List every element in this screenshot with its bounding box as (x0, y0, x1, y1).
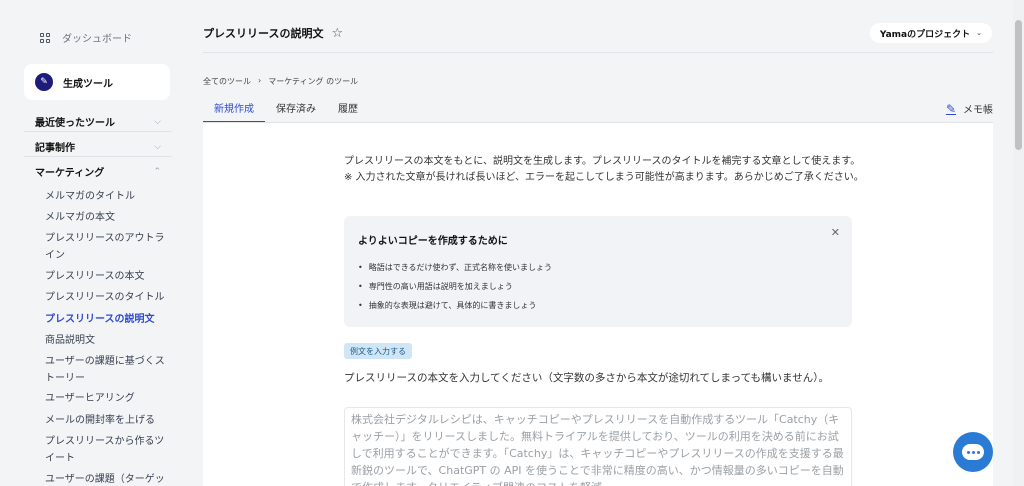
chat-bubble-icon (962, 444, 984, 460)
tool-description: プレスリリースの本文をもとに、説明文を生成します。プレスリリースのタイトルを補完… (344, 156, 864, 183)
divider (24, 131, 172, 132)
sidebar-item-open-rate[interactable]: メールの開封率を上げる (45, 412, 165, 429)
breadcrumb-marketing-tools[interactable]: マーケティング のツール (268, 76, 358, 87)
list-item: 専門性の高い用語は説明を加えましょう (358, 281, 552, 300)
tab-bar: 新規作成 保存済み 履歴 (203, 100, 369, 123)
chat-button[interactable] (953, 432, 993, 472)
dashboard-label: ダッシュボード (62, 34, 132, 45)
star-icon[interactable]: ☆ (331, 26, 343, 41)
pencil-icon: ✎ (945, 101, 956, 116)
header-divider (203, 52, 993, 53)
sidebar-item-product-description[interactable]: 商品説明文 (45, 332, 165, 349)
input-prompt-label: プレスリリースの本文を入力してください（文字数の多さから本文が途切れてしまっても… (344, 372, 829, 384)
section-recent[interactable]: 最近使ったツール ⌵ (35, 114, 161, 130)
chevron-up-icon: ⌃ (153, 166, 161, 177)
breadcrumb-all-tools[interactable]: 全てのツール (203, 76, 251, 87)
page-title-text: プレスリリースの説明文 (203, 27, 324, 40)
chevron-down-icon: ⌄ (976, 29, 982, 37)
close-icon[interactable]: ✕ (831, 226, 840, 239)
sidebar-item-pr-outline[interactable]: プレスリリースのアウトライン (45, 230, 165, 264)
sidebar-item-user-target[interactable]: ユーザーの課題（ターゲット (45, 471, 165, 486)
tips-list: 略語はできるだけ使わず、正式名称を使いましょう 専門性の高い用語は説明を加えまし… (358, 262, 552, 319)
grid-icon (40, 32, 50, 43)
list-item: 略語はできるだけ使わず、正式名称を使いましょう (358, 262, 552, 281)
list-item: 抽象的な表現は避けて、具体的に書きましょう (358, 300, 552, 319)
sidebar: ダッシュボード ✎ 生成ツール 最近使ったツール ⌵ 記事制作 ⌵ マーケティン… (0, 0, 184, 486)
tips-box: よりよいコピーを作成するために ✕ 略語はできるだけ使わず、正式名称を使いましょ… (344, 216, 852, 327)
sidebar-item-pr-body[interactable]: プレスリリースの本文 (45, 268, 165, 285)
tab-history[interactable]: 履歴 (327, 100, 369, 123)
breadcrumb-separator: › (258, 76, 262, 85)
sidebar-item-user-story[interactable]: ユーザーの課題に基づくストーリー (45, 353, 165, 387)
memo-button[interactable]: ✎ メモ帳 (945, 101, 993, 117)
page-title: プレスリリースの説明文 ☆ (203, 25, 343, 41)
generate-tool-label: 生成ツール (63, 78, 113, 90)
pr-body-textarea[interactable]: 株式会社デジタルレシピは、キャッチコピーやプレスリリースを自動作成するツール「C… (344, 407, 852, 486)
sidebar-item-mailmag-body[interactable]: メルマガの本文 (45, 209, 165, 226)
section-marketing-label: マーケティング (35, 168, 105, 179)
sidebar-item-mailmag-title[interactable]: メルマガのタイトル (45, 188, 165, 205)
sidebar-generate-tool[interactable]: ✎ 生成ツール (24, 64, 170, 100)
chevron-down-icon: ⌵ (154, 141, 161, 152)
divider (24, 156, 172, 157)
sidebar-item-pr-title[interactable]: プレスリリースのタイトル (45, 289, 165, 306)
project-name: Yamaのプロジェクト (879, 29, 971, 40)
sidebar-dashboard-link[interactable]: ダッシュボード (40, 30, 132, 45)
chevron-down-icon: ⌵ (154, 116, 161, 127)
section-articles[interactable]: 記事制作 ⌵ (35, 139, 161, 155)
wand-icon: ✎ (35, 73, 53, 91)
section-marketing[interactable]: マーケティング ⌃ (35, 164, 161, 180)
memo-label: メモ帳 (963, 105, 993, 116)
breadcrumb: 全てのツール › マーケティング のツール (203, 76, 358, 87)
tab-saved[interactable]: 保存済み (265, 100, 327, 123)
main-panel: プレスリリースの本文をもとに、説明文を生成します。プレスリリースのタイトルを補完… (203, 123, 993, 486)
sidebar-item-pr-description[interactable]: プレスリリースの説明文 (45, 311, 165, 328)
scrollbar[interactable] (1013, 0, 1024, 486)
sidebar-item-pr-tweet[interactable]: プレスリリースから作るツイート (45, 433, 165, 467)
project-selector[interactable]: Yamaのプロジェクト ⌄ (869, 23, 992, 43)
tips-title: よりよいコピーを作成するために (358, 236, 508, 247)
section-articles-label: 記事制作 (35, 143, 75, 154)
scrollbar-thumb[interactable] (1015, 20, 1022, 150)
insert-example-button[interactable]: 例文を入力する (344, 343, 412, 359)
tab-new[interactable]: 新規作成 (203, 100, 265, 123)
sidebar-item-user-hearing[interactable]: ユーザーヒアリング (45, 390, 165, 407)
section-recent-label: 最近使ったツール (35, 118, 115, 129)
